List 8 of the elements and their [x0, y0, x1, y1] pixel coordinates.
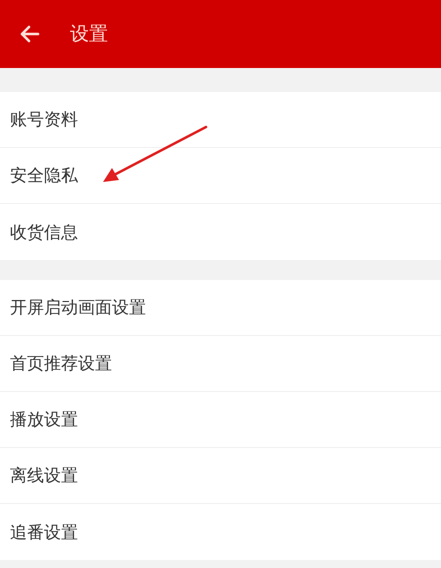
settings-row[interactable]: 账号资料	[0, 92, 441, 148]
settings-row[interactable]: 开屏启动画面设置	[0, 280, 441, 336]
settings-row[interactable]: 离线设置	[0, 448, 441, 504]
settings-row[interactable]: 播放设置	[0, 392, 441, 448]
page-title: 设置	[70, 22, 108, 47]
settings-row[interactable]: 首页推荐设置	[0, 336, 441, 392]
settings-row[interactable]: 收货信息	[0, 204, 441, 260]
settings-row[interactable]: 追番设置	[0, 504, 441, 560]
